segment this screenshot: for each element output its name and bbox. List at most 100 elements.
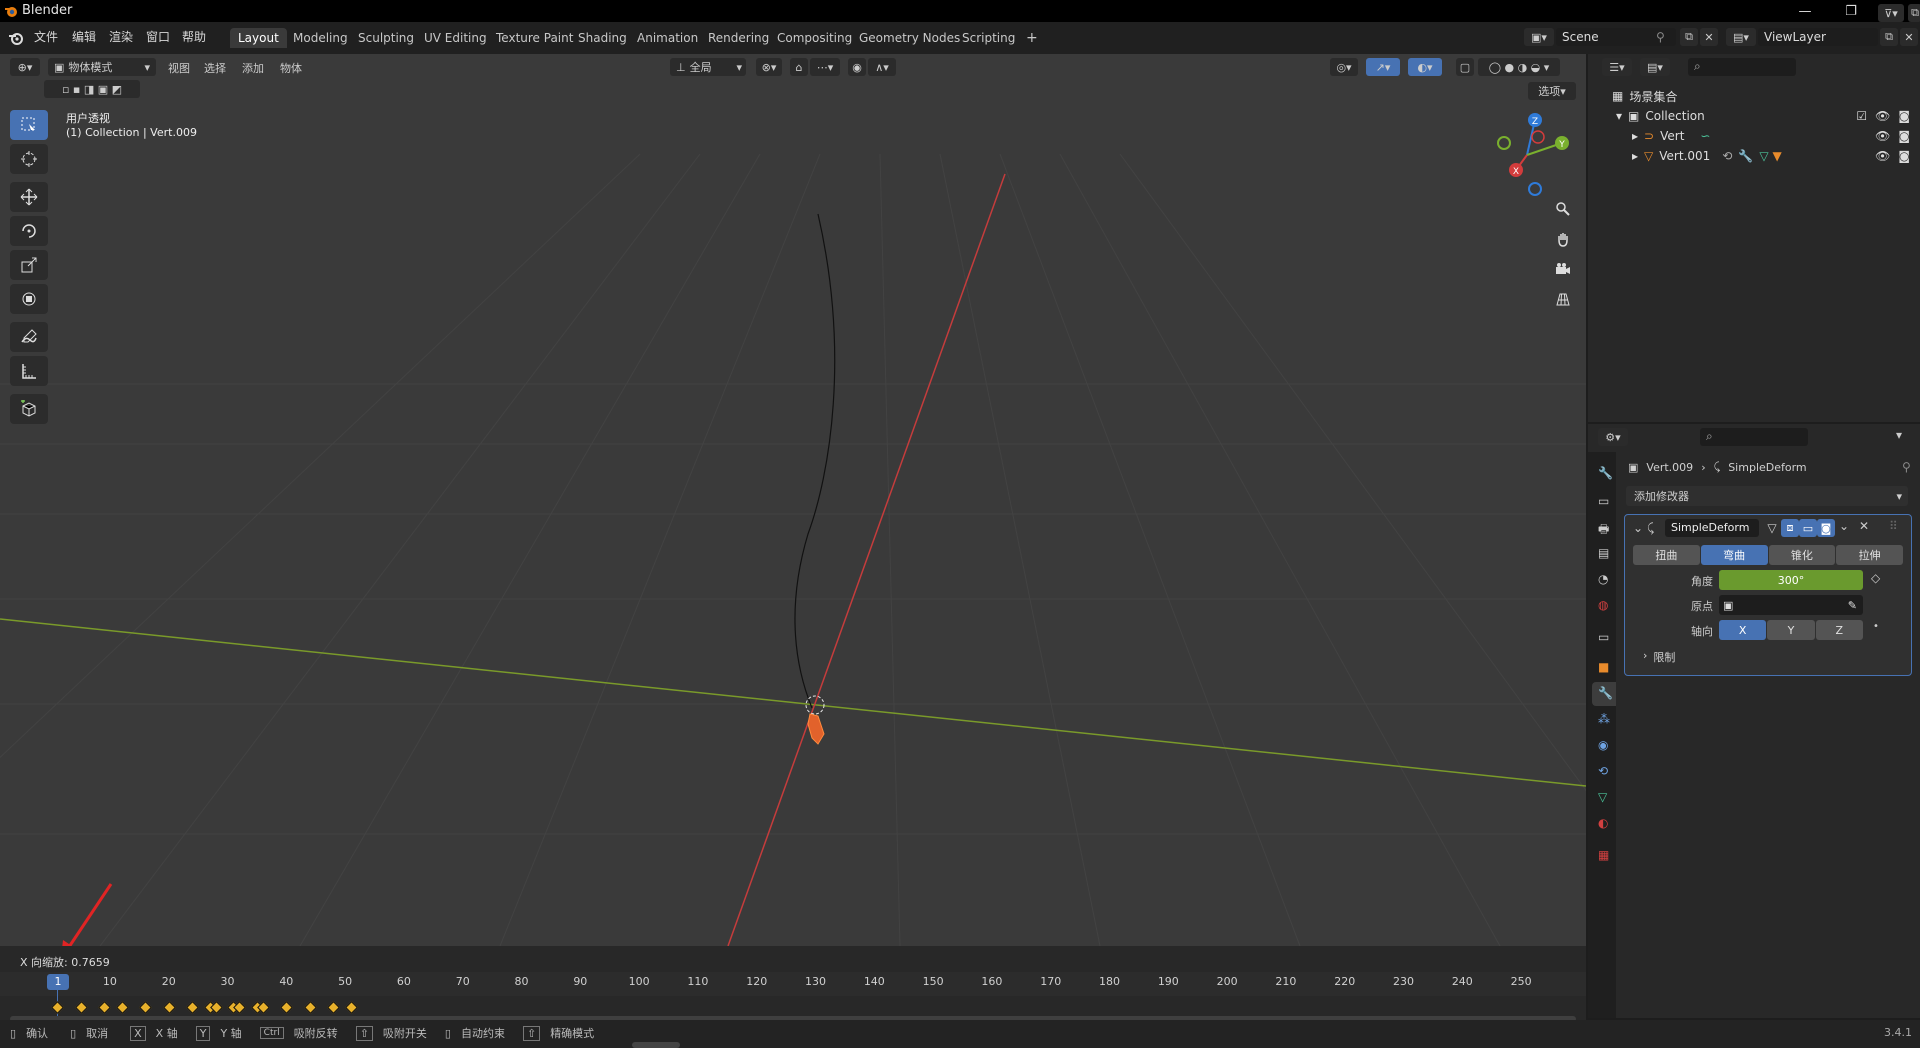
- outliner-root-row[interactable]: ▦ 场景集合: [1612, 86, 1677, 106]
- keyframe-marker[interactable]: [186, 1001, 200, 1014]
- origin-field[interactable]: ▣ ✎: [1719, 595, 1863, 615]
- visibility-icon[interactable]: ◎▾: [1330, 58, 1358, 76]
- axis-x-button[interactable]: X: [1719, 620, 1767, 640]
- camera-icon[interactable]: [1550, 256, 1576, 282]
- tab-layout[interactable]: Layout: [230, 28, 287, 48]
- tab-animation[interactable]: Animation: [629, 28, 706, 48]
- chevron-down-icon[interactable]: ▾: [1896, 428, 1902, 442]
- proportional-edit-icon[interactable]: ◉: [848, 58, 866, 76]
- new-collection-icon[interactable]: ⧉: [1908, 4, 1920, 22]
- snap-toggle-icon[interactable]: ⌂: [790, 58, 808, 76]
- viewlayer-field[interactable]: ViewLayer: [1758, 28, 1878, 46]
- physics-tab-icon[interactable]: ◉: [1598, 738, 1608, 752]
- scene-field[interactable]: Scene ⚲: [1556, 28, 1676, 46]
- delete-scene-icon[interactable]: ✕: [1700, 28, 1718, 46]
- new-scene-icon[interactable]: ⧉: [1680, 28, 1698, 46]
- cursor-tool[interactable]: [10, 144, 48, 174]
- expand-arrow-icon[interactable]: ▸: [1632, 149, 1638, 163]
- keyframe-marker[interactable]: [98, 1001, 111, 1014]
- 3d-viewport[interactable]: ⊕▾ ▣ 物体模式 ▾ 视图 选择 添加 物体 ⊥ 全局 ▾ ⊗▾ ⌂ ⋯▾ ◉…: [0, 54, 1586, 946]
- camera-icon[interactable]: ◙: [1898, 129, 1910, 143]
- restrictions-subpanel[interactable]: › 限制: [1643, 649, 1675, 665]
- method-taper-button[interactable]: 锥化: [1768, 545, 1836, 565]
- keyframe-marker[interactable]: [345, 1001, 358, 1014]
- outliner-search-input[interactable]: ⌕: [1688, 58, 1796, 76]
- tool-tab-icon[interactable]: 🔧: [1598, 466, 1613, 480]
- properties-editor[interactable]: ⚙▾ ⌕ ▾ 🔧 ▭ 🖶 ▤ ◔ ◍ ▭ ■ 🔧 ⁂ ◉ ⟲ ▽ ◐ ▦ ▣ V…: [1588, 424, 1920, 1018]
- add-cube-tool[interactable]: [10, 394, 48, 424]
- tab-uv-editing[interactable]: UV Editing: [416, 28, 495, 48]
- keyframe-marker[interactable]: [162, 1001, 176, 1014]
- cage-icon[interactable]: ⧈: [1781, 519, 1799, 537]
- keyframe-marker[interactable]: [115, 1001, 129, 1014]
- menu-select[interactable]: 选择: [204, 60, 226, 76]
- scale-tool[interactable]: [10, 250, 48, 280]
- timeline[interactable]: X 向缩放: 0.7659 10 20 30 40 50 60 70 80 90 100 110 12…: [0, 946, 1586, 1024]
- filter-icon[interactable]: ⊽▾: [1878, 4, 1904, 22]
- options-button[interactable]: 选项 ▾: [1528, 82, 1576, 100]
- tab-shading[interactable]: Shading: [570, 28, 635, 48]
- material-tab-icon[interactable]: ◐: [1598, 816, 1608, 830]
- drag-handle-icon[interactable]: ⠿: [1889, 519, 1898, 533]
- tab-geometry-nodes[interactable]: Geometry Nodes: [851, 28, 968, 48]
- keyframe-marker[interactable]: [280, 1001, 294, 1014]
- method-bend-button[interactable]: 弯曲: [1700, 545, 1768, 565]
- chevron-down-icon[interactable]: ⌄: [1839, 519, 1849, 533]
- keyframe-marker[interactable]: [74, 1001, 88, 1014]
- eyedropper-icon[interactable]: ✎: [1848, 599, 1857, 612]
- snap-target-icon[interactable]: ⋯▾: [810, 58, 840, 76]
- tab-texture-paint[interactable]: Texture Paint: [488, 28, 581, 48]
- expand-arrow-icon[interactable]: ▸: [1632, 129, 1638, 143]
- output-tab-icon[interactable]: 🖶: [1598, 520, 1609, 541]
- tab-modeling[interactable]: Modeling: [285, 28, 356, 48]
- menu-add[interactable]: 添加: [242, 60, 264, 76]
- properties-search-input[interactable]: ⌕: [1700, 428, 1808, 446]
- menu-object[interactable]: 物体: [280, 60, 302, 76]
- viewport-display-icon[interactable]: ▭: [1799, 519, 1817, 537]
- keyframe-diamond-icon[interactable]: ◇: [1871, 571, 1880, 585]
- menu-view[interactable]: 视图: [168, 60, 190, 76]
- editor-type-icon[interactable]: ⊕▾: [10, 58, 40, 76]
- eye-icon[interactable]: 👁: [1875, 109, 1890, 123]
- annotate-tool[interactable]: [10, 322, 48, 352]
- data-tab-icon[interactable]: ▽: [1598, 790, 1607, 804]
- ortho-grid-icon[interactable]: [1550, 286, 1576, 312]
- overlay-toggle-icon[interactable]: ◐▾: [1408, 58, 1442, 76]
- keyframe-row[interactable]: [0, 1000, 1586, 1014]
- pin-icon[interactable]: ⚲: [1902, 460, 1911, 474]
- add-workspace-button[interactable]: +: [1018, 28, 1046, 48]
- keyframe-marker[interactable]: [303, 1001, 317, 1014]
- move-tool[interactable]: [10, 182, 48, 212]
- camera-icon[interactable]: ◙: [1898, 149, 1910, 163]
- collection-tab-icon[interactable]: ▭: [1598, 630, 1609, 644]
- outliner-editor-icon[interactable]: ☰▾: [1602, 58, 1632, 76]
- display-mode-icon[interactable]: ▤▾: [1640, 58, 1670, 76]
- close-icon[interactable]: ✕: [1859, 519, 1869, 533]
- collapse-arrow-icon[interactable]: ⌄: [1633, 521, 1643, 535]
- axis-y-button[interactable]: Y: [1767, 620, 1815, 640]
- mode-selector[interactable]: ▣ 物体模式 ▾: [48, 58, 156, 76]
- minimize-button[interactable]: —: [1782, 0, 1828, 22]
- modifier-name-field[interactable]: SimpleDeform: [1665, 519, 1759, 537]
- zoom-icon[interactable]: [1550, 196, 1576, 222]
- angle-field[interactable]: 300°: [1719, 570, 1863, 590]
- menu-file[interactable]: 文件: [34, 28, 58, 45]
- keyframe-marker[interactable]: [139, 1001, 153, 1014]
- method-twist-button[interactable]: 扭曲: [1633, 545, 1700, 565]
- viewlayer-tab-icon[interactable]: ▤: [1598, 546, 1609, 560]
- pin-icon[interactable]: ⚲: [1656, 30, 1665, 44]
- scene-selector-icon[interactable]: ▣▾: [1524, 28, 1554, 46]
- menu-window[interactable]: 窗口: [146, 28, 170, 45]
- eye-icon[interactable]: 👁: [1875, 149, 1890, 163]
- camera-icon[interactable]: ◙: [1898, 109, 1910, 123]
- new-viewlayer-icon[interactable]: ⧉: [1880, 28, 1898, 46]
- menu-help[interactable]: 帮助: [182, 28, 206, 45]
- falloff-icon[interactable]: ∧▾: [868, 58, 896, 76]
- constraints-tab-icon[interactable]: ⟲: [1598, 764, 1608, 778]
- gizmo-toggle-icon[interactable]: ↗▾: [1366, 58, 1400, 76]
- render-display-icon[interactable]: ◙: [1817, 519, 1835, 537]
- pivot-point-icon[interactable]: ⊗▾: [756, 58, 782, 76]
- restore-button[interactable]: ❐: [1828, 0, 1874, 22]
- current-frame-indicator[interactable]: 1: [47, 974, 69, 990]
- tab-scripting[interactable]: Scripting: [954, 28, 1023, 48]
